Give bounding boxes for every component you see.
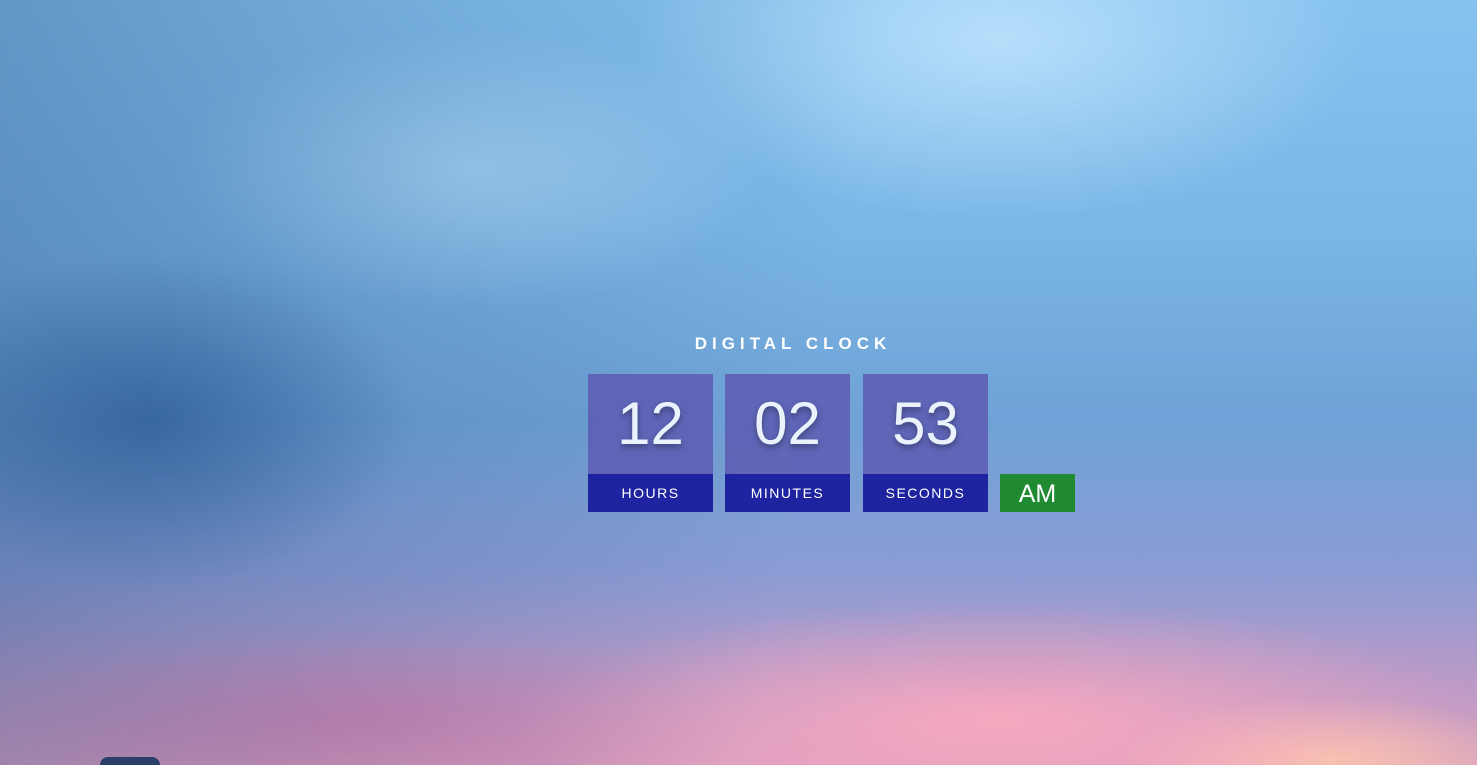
seconds-value: 53 [863, 374, 988, 474]
am-pm-badge: AM [1000, 474, 1075, 512]
minutes-unit: 02 MINUTES [725, 374, 850, 512]
seconds-unit: 53 SECONDS [863, 374, 988, 512]
minutes-label: MINUTES [725, 474, 850, 512]
mountain-silhouette [100, 757, 160, 765]
seconds-label: SECONDS [863, 474, 988, 512]
minutes-value: 02 [725, 374, 850, 474]
hours-unit: 12 HOURS [588, 374, 713, 512]
hours-value: 12 [588, 374, 713, 474]
digital-clock-page: { "clock": { "title": "DIGITAL CLOCK", "… [0, 0, 1477, 765]
clock-title: DIGITAL CLOCK [694, 334, 892, 353]
hours-label: HOURS [588, 474, 713, 512]
